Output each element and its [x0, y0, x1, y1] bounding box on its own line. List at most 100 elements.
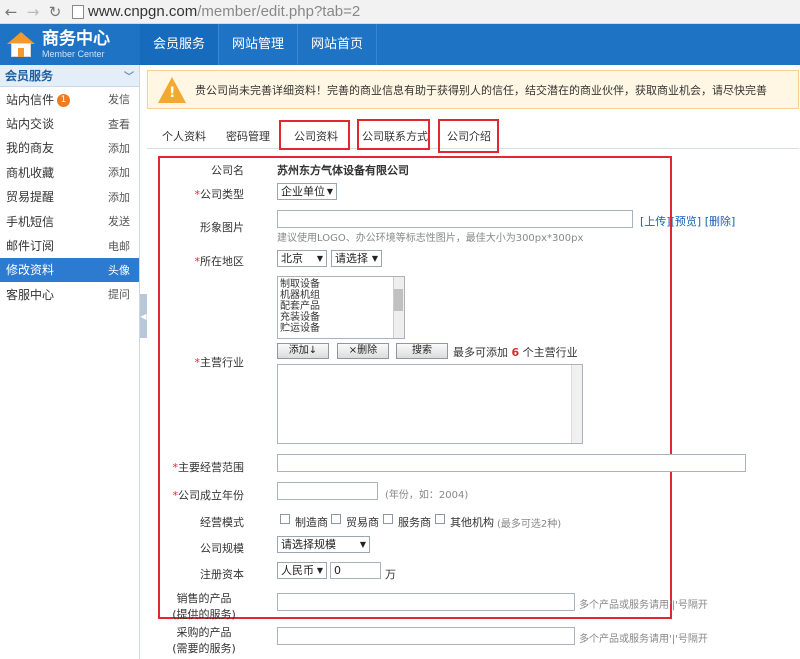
sidebar-item-action[interactable]: 头像	[108, 262, 130, 278]
sidebar-item-label: 邮件订阅	[6, 239, 55, 254]
company-name-value: 苏州东方气体设备有限公司	[277, 164, 409, 177]
scope-input[interactable]	[277, 454, 746, 472]
sidebar-item-label: 贸易提醒	[6, 190, 55, 205]
sidebar-item-action[interactable]: 发信	[108, 91, 130, 107]
company-type-label: *公司类型	[194, 188, 245, 201]
chevron-down-icon[interactable]: ﹀	[124, 68, 134, 83]
province-select[interactable]: 北京 ▼	[277, 250, 327, 267]
sidebar-item-label: 站内交谈	[6, 117, 55, 132]
city-value: 请选择	[335, 252, 368, 265]
image-path-input[interactable]	[277, 210, 633, 228]
mode-checkbox[interactable]	[435, 514, 445, 524]
buy-label: 采购的产品 (需要的服务)	[172, 626, 236, 655]
industry-option[interactable]: 配套产品	[280, 301, 404, 312]
sidebar-item-edit-profile[interactable]: 修改资料 头像	[0, 257, 139, 283]
sidebar-item-support[interactable]: 客服中心 提问	[0, 282, 139, 306]
delete-link[interactable]: [删除]	[705, 215, 736, 228]
mode-checkbox[interactable]	[280, 514, 290, 524]
nav-site-management[interactable]: 网站管理	[219, 24, 299, 65]
scale-select[interactable]: 请选择规模 ▼	[277, 536, 370, 553]
sidebar-item-action[interactable]: 添加	[108, 140, 130, 156]
preview-link[interactable]: [预览]	[671, 215, 702, 228]
buy-input[interactable]	[277, 627, 575, 645]
sell-input[interactable]	[277, 593, 575, 611]
sidebar-item-friends[interactable]: 我的商友 添加	[0, 136, 139, 160]
mode-option-label: 服务商	[398, 516, 431, 529]
sidebar-item-favorites[interactable]: 商机收藏 添加	[0, 160, 139, 184]
dropdown-arrow-icon: ▼	[316, 254, 323, 263]
scope-label: *主要经营范围	[172, 461, 245, 474]
logo[interactable]: 商务中心 Member Center	[0, 24, 140, 65]
listbox-scroll-thumb[interactable]	[394, 289, 403, 311]
industry-option[interactable]: 机器机组	[280, 290, 404, 301]
sidebar-item-label: 修改资料	[6, 263, 55, 278]
buy-hint: 多个产品或服务请用'|'号隔开	[579, 634, 708, 645]
sidebar-item-action[interactable]: 添加	[108, 164, 130, 180]
mode-option-label: 其他机构	[450, 516, 494, 529]
top-nav: 会员服务 网站管理 网站首页	[140, 24, 378, 65]
image-label: 形象图片	[200, 221, 244, 234]
sidebar-item-messages[interactable]: 站内信件 1 发信	[0, 87, 139, 111]
nav-member-service[interactable]: 会员服务	[140, 24, 220, 65]
sidebar-collapse-handle[interactable]: ◀	[140, 294, 147, 338]
industry-listbox[interactable]: 制取设备 机器机组 配套产品 充装设备 贮运设备	[277, 276, 405, 339]
back-arrow-icon[interactable]: ←	[0, 1, 22, 23]
sidebar-header[interactable]: 会员服务 ﹀	[0, 65, 139, 87]
tab-company-intro[interactable]: 公司介绍	[447, 128, 491, 144]
year-input[interactable]	[277, 482, 378, 500]
page-icon	[72, 4, 84, 19]
industry-option[interactable]: 充装设备	[280, 312, 404, 323]
remove-industry-button[interactable]: ×删除	[337, 343, 389, 359]
company-name-label: 公司名	[211, 164, 244, 177]
scale-value: 请选择规模	[281, 538, 336, 551]
tab-company-contact[interactable]: 公司联系方式	[362, 128, 428, 144]
unread-badge: 1	[57, 93, 71, 107]
industry-limit: 最多可添加 6 个主营行业	[453, 346, 578, 359]
sidebar-item-action[interactable]: 发送	[108, 213, 130, 229]
search-industry-button[interactable]: 搜索	[396, 343, 448, 359]
dropdown-arrow-icon: ▼	[326, 187, 333, 196]
city-select[interactable]: 请选择 ▼	[331, 250, 382, 267]
tab-company[interactable]: 公司资料	[294, 128, 338, 144]
capital-label: 注册资本	[200, 568, 244, 581]
sidebar-item-label: 手机短信	[6, 214, 55, 229]
notice-banner: ! 贵公司尚未完善详细资料！完善的商业信息有助于获得别人的信任，结交潜在的商业伙…	[147, 70, 799, 109]
industry-label: *主营行业	[194, 356, 245, 369]
currency-select[interactable]: 人民币 ▼	[277, 562, 327, 579]
sidebar-item-label: 站内信件	[6, 92, 55, 107]
sidebar-item-chat[interactable]: 站内交谈 查看	[0, 111, 139, 135]
sidebar-item-action[interactable]: 电邮	[108, 238, 130, 254]
industry-option[interactable]: 贮运设备	[280, 323, 404, 334]
sidebar-item-label: 我的商友	[6, 141, 55, 156]
mode-checkbox[interactable]	[331, 514, 341, 524]
reload-icon[interactable]: ↻	[44, 1, 66, 23]
sidebar-item-mail[interactable]: 邮件订阅 电邮	[0, 233, 139, 257]
forward-arrow-icon[interactable]: →	[22, 1, 44, 23]
sell-label: 销售的产品 (提供的服务)	[172, 592, 236, 621]
province-value: 北京	[281, 252, 303, 265]
sidebar-item-action[interactable]: 查看	[108, 116, 130, 132]
sidebar-item-alerts[interactable]: 贸易提醒 添加	[0, 185, 139, 209]
mode-checkbox[interactable]	[383, 514, 393, 524]
add-industry-button[interactable]: 添加↓	[277, 343, 329, 359]
url-path: /member/edit.php?tab=2	[197, 3, 361, 20]
mode-label: 经营模式	[200, 516, 244, 529]
tab-password[interactable]: 密码管理	[226, 128, 270, 144]
upload-link[interactable]: [上传]	[640, 215, 671, 228]
tab-personal[interactable]: 个人资料	[162, 128, 206, 144]
dropdown-arrow-icon: ▼	[316, 566, 323, 575]
sidebar-title: 会员服务	[5, 69, 54, 83]
region-label: *所在地区	[194, 255, 245, 268]
capital-input[interactable]: 0	[330, 562, 381, 579]
sidebar-item-action[interactable]: 添加	[108, 189, 130, 205]
nav-site-home[interactable]: 网站首页	[298, 24, 378, 65]
textarea-scrollbar[interactable]	[571, 365, 582, 443]
dropdown-arrow-icon: ▼	[371, 254, 378, 263]
company-type-select[interactable]: 企业单位 ▼	[277, 183, 337, 200]
sidebar-item-action[interactable]: 提问	[108, 286, 130, 302]
sell-hint: 多个产品或服务请用'|'号隔开	[579, 600, 708, 611]
selected-industries-box[interactable]	[277, 364, 583, 444]
address-bar[interactable]: www.cnpgn.com/member/edit.php?tab=2	[88, 3, 360, 20]
industry-option[interactable]: 制取设备	[280, 279, 404, 290]
sidebar-item-sms[interactable]: 手机短信 发送	[0, 209, 139, 233]
